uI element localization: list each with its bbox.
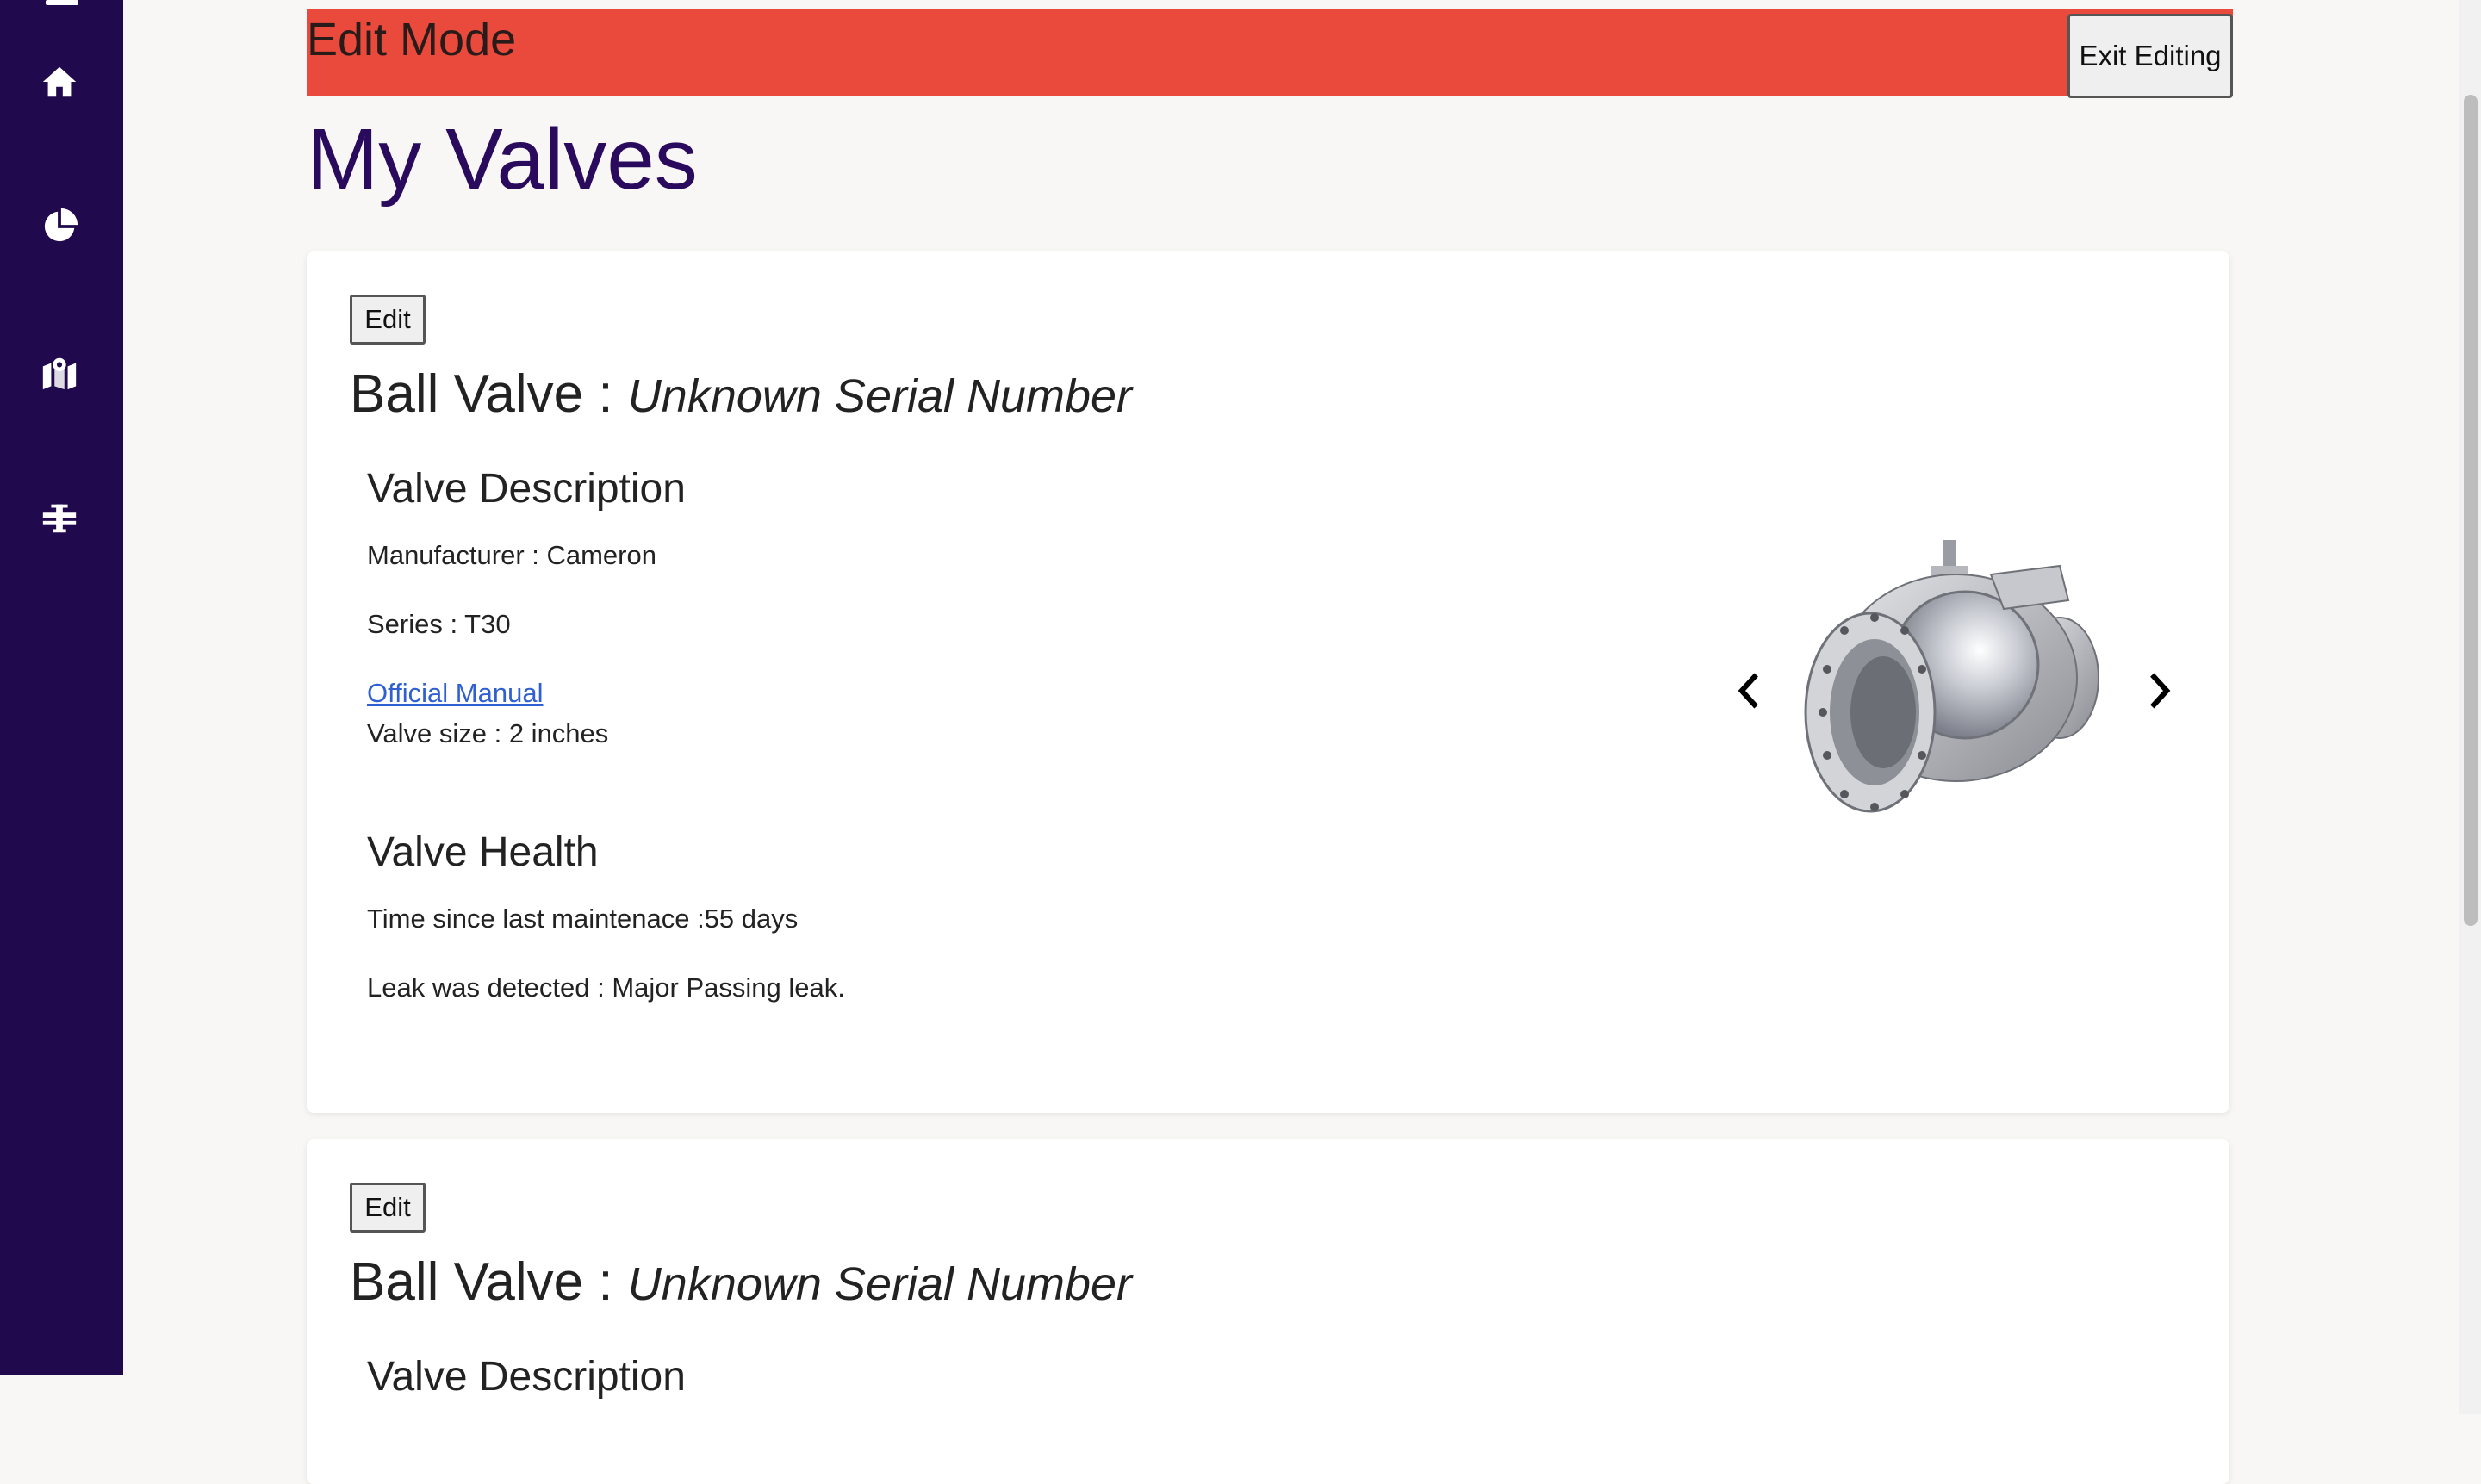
valve-type: Ball Valve (350, 364, 584, 424)
chevron-right-icon (2150, 673, 2171, 709)
valve-title: Ball Valve : Unknown Serial Number (350, 1251, 1132, 1313)
valve-serial: Unknown Serial Number (627, 370, 1133, 422)
exit-editing-button[interactable]: Exit Editing (2068, 14, 2233, 98)
title-separator: : (583, 1252, 628, 1312)
map-icon[interactable] (38, 351, 81, 394)
pipeline-icon[interactable] (38, 496, 81, 539)
menu-icon[interactable] (46, 0, 78, 5)
manufacturer-text: Manufacturer : Cameron (367, 540, 656, 570)
official-manual-link[interactable]: Official Manual (367, 678, 543, 709)
edit-mode-banner: Edit Mode Exit Editing (307, 9, 2233, 98)
leak-text: Leak was detected : Major Passing leak. (367, 972, 845, 1003)
chevron-left-icon (1738, 673, 1758, 709)
series-text: Series : T30 (367, 609, 511, 639)
valve-title: Ball Valve : Unknown Serial Number (350, 363, 1132, 425)
edit-valve-button[interactable]: Edit (350, 295, 426, 345)
valve-serial: Unknown Serial Number (627, 1258, 1133, 1310)
pie-chart-icon[interactable] (38, 205, 81, 248)
valve-card: Edit Ball Valve : Unknown Serial Number … (307, 1139, 2229, 1484)
valve-size-text: Valve size : 2 inches (367, 718, 609, 748)
scrollbar-thumb[interactable] (2464, 95, 2478, 926)
description-heading: Valve Description (367, 1354, 686, 1400)
scrollbar-track[interactable] (2459, 0, 2481, 1414)
maintenance-text: Time since last maintenace :55 days (367, 903, 799, 934)
valve-card: Edit Ball Valve : Unknown Serial Number … (307, 251, 2229, 1113)
edit-valve-button[interactable]: Edit (350, 1183, 426, 1233)
valve-type: Ball Valve (350, 1252, 584, 1312)
carousel-prev-button[interactable] (1728, 665, 1771, 717)
sidebar (0, 0, 123, 1375)
valve-image (1804, 540, 2099, 813)
carousel-next-button[interactable] (2137, 665, 2180, 717)
health-heading: Valve Health (367, 829, 599, 875)
title-separator: : (583, 364, 628, 424)
edit-mode-title: Edit Mode (307, 14, 517, 65)
description-heading: Valve Description (367, 466, 686, 512)
home-icon[interactable] (38, 60, 81, 103)
page-title: My Valves (307, 111, 698, 208)
